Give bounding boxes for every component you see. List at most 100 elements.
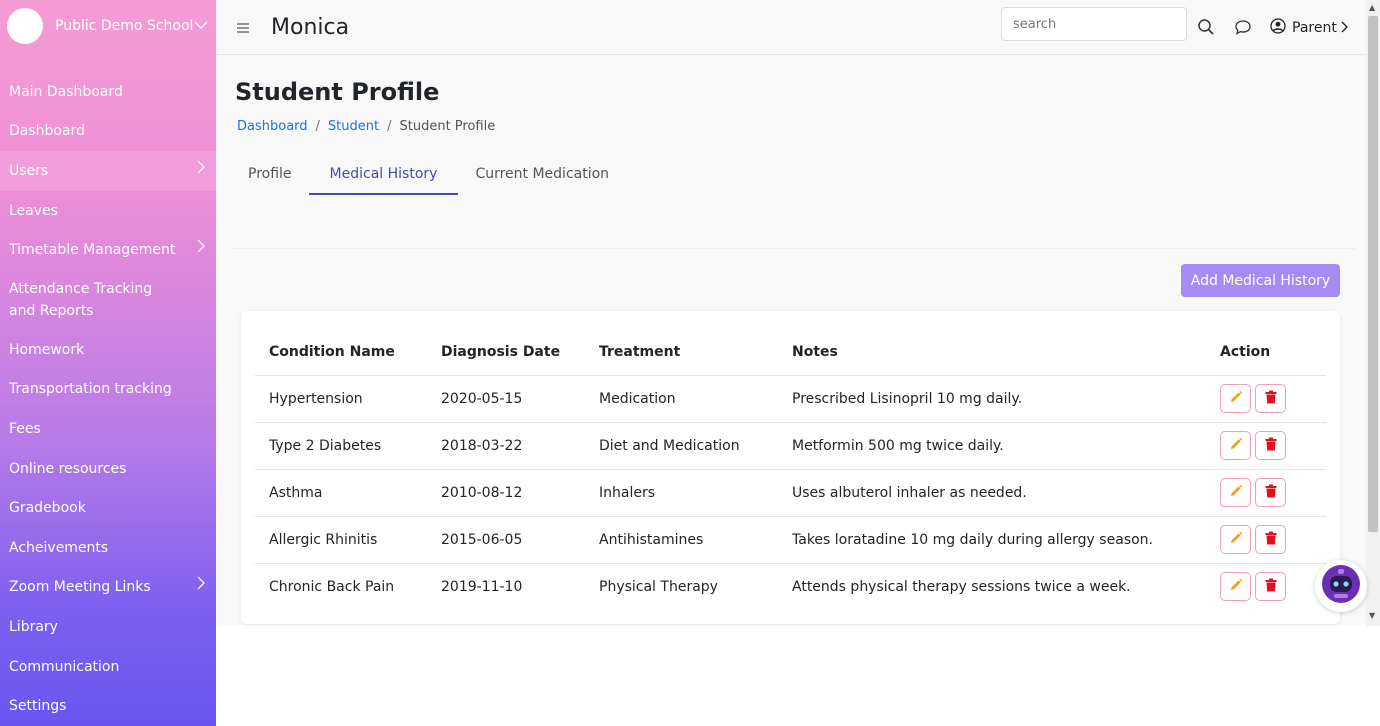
sidebar-item-label: Zoom Meeting Links <box>9 579 151 596</box>
scroll-up-arrow-icon[interactable]: ▲ <box>1369 3 1375 12</box>
sidebar-item-label: Leaves <box>9 202 58 219</box>
tab-current-medication[interactable]: Current Medication <box>458 157 626 195</box>
breadcrumb-current: Student Profile <box>399 119 496 134</box>
search-icon[interactable] <box>1197 18 1215 36</box>
row-actions <box>1220 572 1326 602</box>
table-cell: Takes loratadine 10 mg daily during alle… <box>778 516 1206 564</box>
chevron-right-icon <box>197 160 206 182</box>
row-actions <box>1220 478 1326 507</box>
sidebar-item-fees[interactable]: Fees <box>0 409 216 449</box>
sidebar-item-timetable[interactable]: Timetable Management <box>0 230 216 270</box>
sidebar-item-settings[interactable]: Settings <box>0 686 216 726</box>
column-header: Diagnosis Date <box>427 329 585 376</box>
user-circle-icon <box>1270 18 1286 38</box>
sidebar-item-homework[interactable]: Homework <box>0 330 216 370</box>
delete-button[interactable] <box>1255 384 1286 413</box>
user-role-label: Parent <box>1292 20 1337 36</box>
user-menu[interactable]: Parent <box>1270 18 1349 38</box>
row-actions <box>1220 431 1326 460</box>
table-cell: 2020-05-15 <box>427 375 585 423</box>
trash-icon <box>1265 531 1277 549</box>
sidebar-item-communication[interactable]: Communication <box>0 647 216 687</box>
sidebar-item-main-dashboard[interactable]: Main Dashboard <box>0 72 216 112</box>
school-name: Public Demo School <box>55 18 194 34</box>
table-cell: Attends physical therapy sessions twice … <box>792 578 1131 595</box>
breadcrumb-separator: / <box>315 119 320 134</box>
column-header: Action <box>1206 329 1326 376</box>
scroll-down-arrow-icon[interactable]: ▼ <box>1369 611 1375 620</box>
edit-button[interactable] <box>1220 525 1251 554</box>
tab-profile[interactable]: Profile <box>231 157 309 195</box>
delete-button[interactable] <box>1255 478 1286 507</box>
sidebar-item-label: Library <box>9 618 58 635</box>
delete-button[interactable] <box>1255 431 1286 460</box>
row-actions <box>1220 525 1326 554</box>
table-cell: Physical Therapy <box>599 578 718 595</box>
table-cell: 2015-06-05 <box>427 516 585 564</box>
edit-button[interactable] <box>1220 384 1251 413</box>
school-switcher[interactable]: Public Demo School <box>0 0 216 52</box>
trash-icon <box>1265 578 1277 596</box>
table-row: Chronic Back Pain 2019-11-10 Physical Ther… <box>255 563 1326 610</box>
delete-button[interactable] <box>1255 525 1286 554</box>
sidebar-item-attendance[interactable]: Attendance Tracking and Reports <box>0 270 216 330</box>
sidebar-item-label: Communication <box>9 658 120 675</box>
table-cell: Inhalers <box>585 469 778 517</box>
sidebar-item-achievements[interactable]: Acheivements <box>0 528 216 568</box>
trash-icon <box>1265 437 1277 455</box>
add-medical-history-button[interactable]: Add Medical History <box>1181 264 1340 297</box>
scrollbar[interactable]: ▲ ▼ <box>1366 0 1380 626</box>
sidebar-item-label: Transportation tracking <box>9 381 172 398</box>
table-cell: 2010-08-12 <box>427 469 585 517</box>
chevron-right-icon <box>197 576 206 598</box>
breadcrumb-dashboard[interactable]: Dashboard <box>237 119 308 134</box>
sidebar-item-label: Fees <box>9 420 41 437</box>
table-row: Hypertension 2020-05-15 Medication Prescrib… <box>255 375 1326 423</box>
sidebar-item-label: Main Dashboard <box>9 83 123 100</box>
column-header: Notes <box>778 329 1206 376</box>
search-input[interactable] <box>1001 7 1187 41</box>
table-cell: Prescribed Lisinopril 10 mg daily. <box>778 375 1206 423</box>
sidebar-item-users[interactable]: Users <box>0 151 216 191</box>
delete-button[interactable] <box>1255 572 1286 602</box>
sidebar-item-zoom-links[interactable]: Zoom Meeting Links <box>0 568 216 608</box>
chatbot-launcher[interactable] <box>1315 560 1367 612</box>
sidebar-item-dashboard[interactable]: Dashboard <box>0 112 216 152</box>
table-cell: Uses albuterol inhaler as needed. <box>778 469 1206 517</box>
breadcrumb: Dashboard / Student / Student Profile <box>237 119 495 134</box>
sidebar-item-label: Attendance Tracking and Reports <box>9 280 153 319</box>
chat-icon[interactable] <box>1234 18 1252 36</box>
medical-history-card: Condition Name Diagnosis Date Treatment … <box>241 311 1340 624</box>
action-cell <box>1206 516 1326 564</box>
edit-button[interactable] <box>1220 431 1251 460</box>
table-cell: Hypertension <box>255 375 427 423</box>
scrollbar-thumb[interactable] <box>1368 16 1378 532</box>
edit-button[interactable] <box>1220 572 1251 602</box>
page-title: Student Profile <box>235 78 440 106</box>
table-cell: Asthma <box>255 469 427 517</box>
tab-medical-history[interactable]: Medical History <box>308 157 459 195</box>
trash-icon <box>1265 484 1277 502</box>
sidebar-item-label: Online resources <box>9 460 127 477</box>
row-actions <box>1220 384 1326 413</box>
pencil-icon <box>1229 578 1243 596</box>
edit-button[interactable] <box>1220 478 1251 507</box>
sidebar-item-leaves[interactable]: Leaves <box>0 191 216 231</box>
pencil-icon <box>1229 484 1243 502</box>
breadcrumb-student[interactable]: Student <box>328 119 379 134</box>
profile-tabs: Profile Medical History Current Medicati… <box>231 157 626 195</box>
menu-icon[interactable] <box>237 18 251 37</box>
table-row: Allergic Rhinitis 2015-06-05 Antihistamine… <box>255 516 1326 564</box>
sidebar-item-online-resources[interactable]: Online resources <box>0 449 216 489</box>
action-cell <box>1206 469 1326 517</box>
table-cell: Medication <box>585 375 778 423</box>
table-cell: Metformin 500 mg twice daily. <box>778 422 1206 470</box>
sidebar: Public Demo School Main Dashboard Dashbo… <box>0 0 216 726</box>
sidebar-item-label: Settings <box>9 698 67 715</box>
top-header: Monica Parent <box>216 0 1366 55</box>
sidebar-item-transportation[interactable]: Transportation tracking <box>0 370 216 410</box>
sidebar-item-gradebook[interactable]: Gradebook <box>0 488 216 528</box>
action-cell <box>1206 375 1326 423</box>
table-cell: Chronic Back Pain <box>269 578 395 595</box>
sidebar-item-library[interactable]: Library <box>0 607 216 647</box>
